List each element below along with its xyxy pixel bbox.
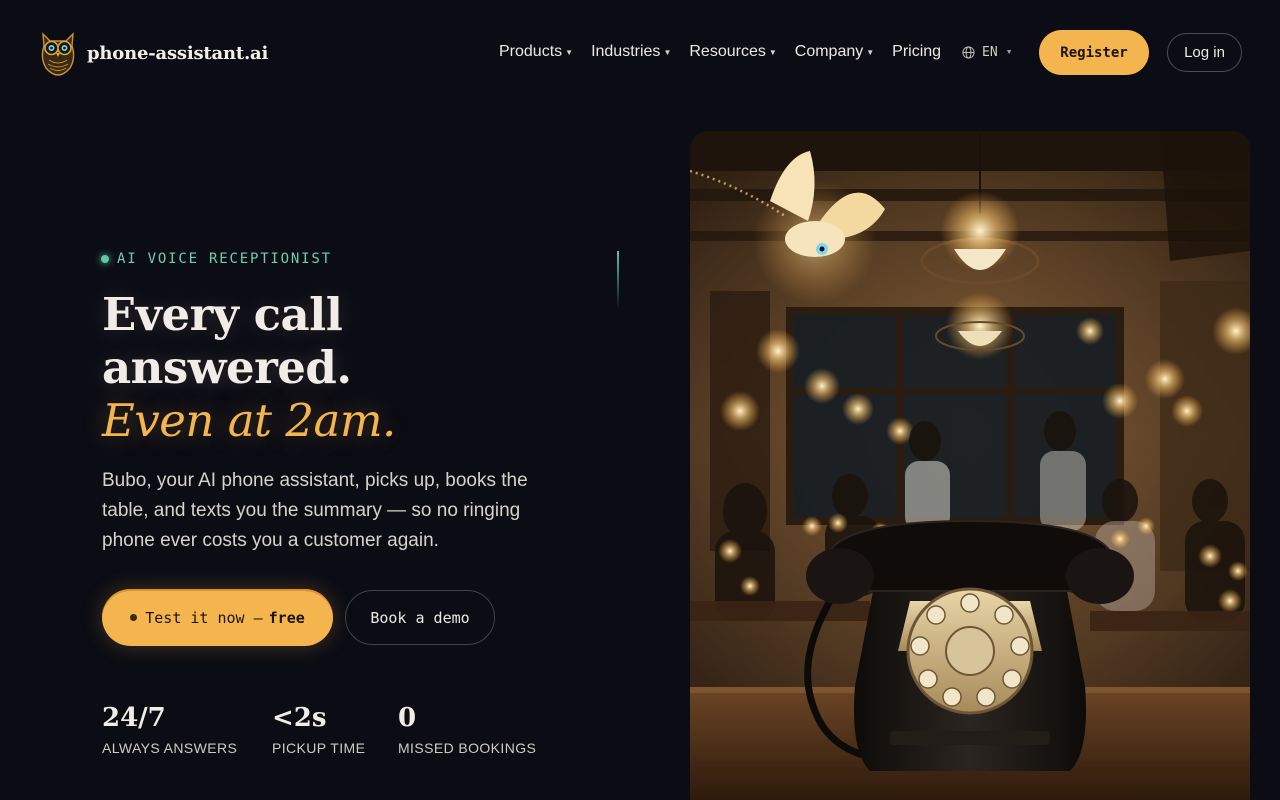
hero-description: Bubo, your AI phone assistant, picks up,… [102, 470, 528, 551]
login-button[interactable]: Log in [1167, 33, 1242, 72]
nav-item-label: Pricing [892, 43, 942, 60]
hero-headline: Every call answered. Even at 2am. [102, 288, 396, 447]
caret-down-icon: ▼ [866, 47, 875, 57]
caret-down-icon: ▼ [1005, 49, 1013, 56]
main-nav: Products ▼ Industries ▼ Resources ▼ Comp… [499, 43, 959, 61]
site-header: phone-assistant.ai Products ▼ Industries… [0, 0, 1280, 106]
caret-down-icon: ▼ [663, 47, 672, 57]
owl-logo-icon [41, 32, 75, 76]
nav-item-pricing[interactable]: Pricing [892, 43, 941, 61]
stat-always-answers: 24/7 ALWAYS ANSWERS [102, 703, 237, 756]
stat-value: 24/7 [102, 703, 166, 733]
brand-logo-link[interactable]: phone-assistant.ai [38, 30, 268, 76]
language-selector[interactable]: EN ▼ [962, 45, 1013, 60]
nav-item-company[interactable]: Company ▼ [795, 43, 874, 61]
dot-icon [130, 614, 138, 621]
stat-label: MISSED BOOKINGS [398, 740, 537, 756]
nav-item-label: Resources [689, 43, 766, 60]
nav-item-label: Company [794, 43, 864, 60]
test-button-emphasis: free [268, 608, 305, 627]
headline-line-2: answered. [102, 341, 352, 394]
language-code: EN [982, 45, 998, 60]
eyebrow-text: AI VOICE RECEPTIONIST [117, 251, 332, 267]
register-button[interactable]: Register [1039, 30, 1149, 75]
decorative-accent-line [617, 251, 619, 309]
nav-item-products[interactable]: Products ▼ [499, 43, 573, 61]
nav-item-resources[interactable]: Resources ▼ [689, 43, 776, 61]
stat-value: <2s [272, 703, 327, 733]
stat-label: PICKUP TIME [272, 740, 366, 756]
book-demo-button[interactable]: Book a demo [345, 590, 495, 645]
stat-value: 0 [398, 703, 417, 733]
nav-item-label: Industries [591, 43, 661, 60]
stat-pickup-time: <2s PICKUP TIME [272, 703, 365, 756]
stat-label: ALWAYS ANSWERS [102, 740, 238, 756]
test-button-label: Test it now — [145, 608, 263, 627]
nav-item-industries[interactable]: Industries ▼ [591, 43, 671, 61]
stat-missed-bookings: 0 MISSED BOOKINGS [398, 703, 536, 756]
test-it-now-button[interactable]: Test it now — free [102, 589, 333, 646]
status-dot-icon [101, 255, 109, 263]
hero-eyebrow: AI VOICE RECEPTIONIST [101, 251, 332, 267]
hero-image [690, 131, 1250, 800]
headline-emphasis: Even at 2am. [102, 394, 396, 447]
headline-line-1: Every call [102, 288, 343, 341]
nav-item-label: Products [499, 43, 563, 60]
globe-icon [962, 46, 975, 59]
caret-down-icon: ▼ [768, 47, 777, 57]
brand-name: phone-assistant.ai [87, 42, 269, 64]
caret-down-icon: ▼ [565, 47, 574, 57]
restaurant-phone-illustration [690, 131, 1250, 800]
